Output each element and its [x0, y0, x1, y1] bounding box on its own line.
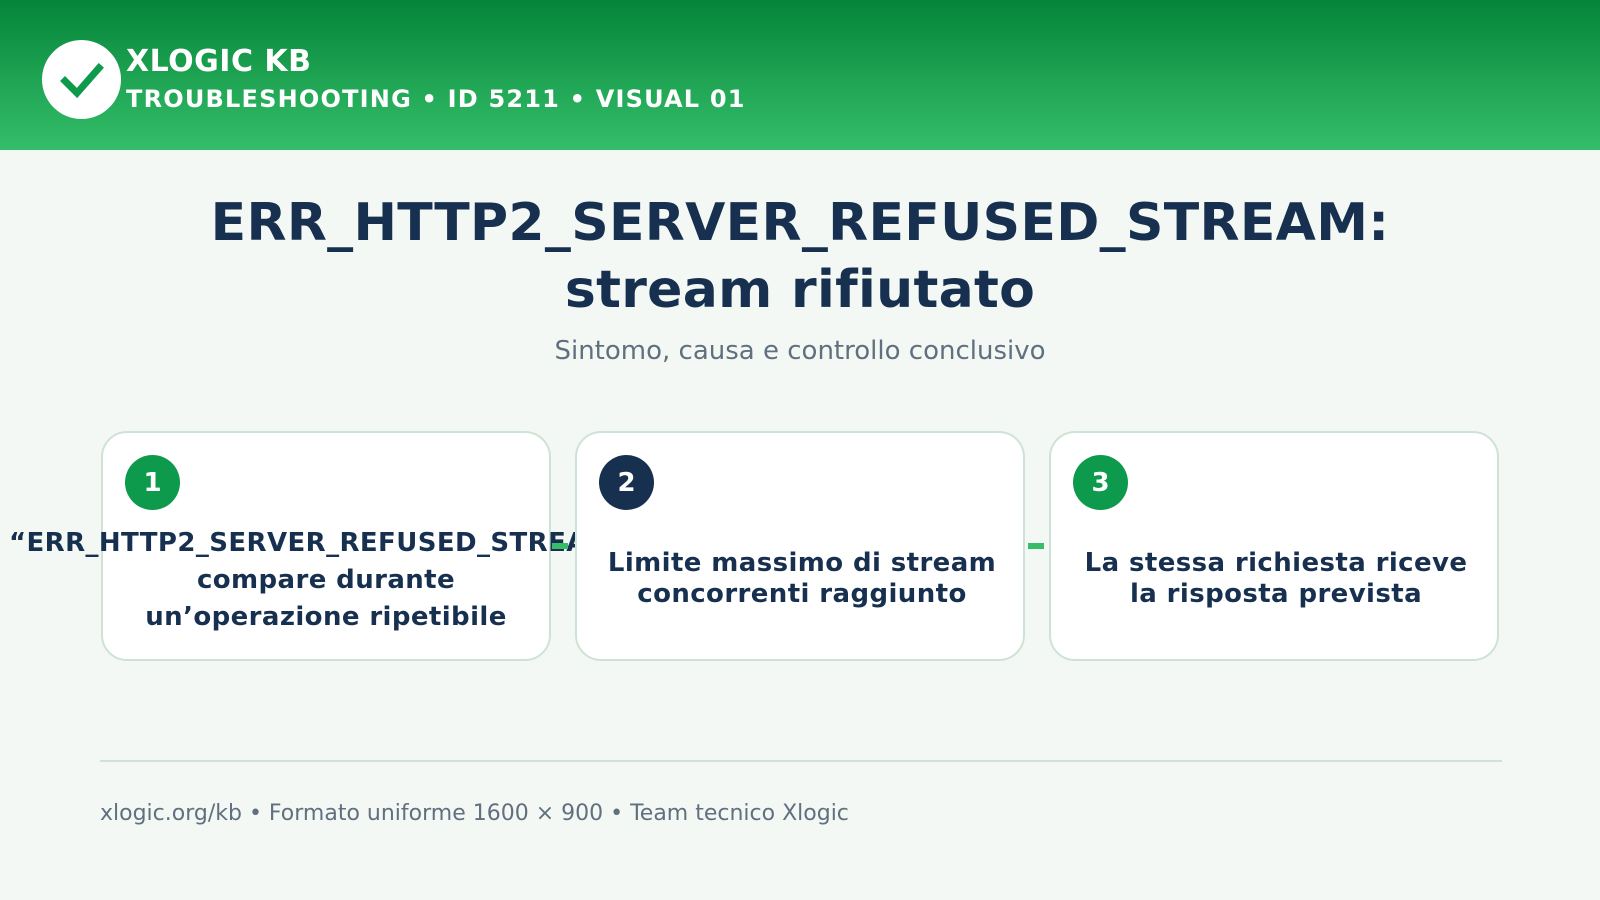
page-title-line-2: stream rifiutato: [564, 260, 1036, 320]
step-connector: [552, 543, 568, 549]
footer-divider: [100, 760, 1502, 762]
step-text-line: concorrenti raggiunto: [637, 579, 967, 609]
check-icon: [59, 62, 104, 98]
step-text-line: Limite massimo di stream: [607, 548, 997, 578]
step-number-badge: 1: [125, 455, 180, 510]
step-card-cause: 2 Limite massimo di stream concorrenti r…: [575, 431, 1025, 661]
brand-name: XLOGIC KB: [126, 44, 312, 79]
article-meta: TROUBLESHOOTING • ID 5211 • VISUAL 01: [126, 85, 746, 113]
step-connector: [1028, 543, 1044, 549]
step-number-badge: 3: [1073, 455, 1128, 510]
page-title-line-1: ERR_HTTP2_SERVER_REFUSED_STREAM:: [210, 193, 1390, 253]
brand-logo: [42, 40, 121, 119]
footer-credits: xlogic.org/kb • Formato uniforme 1600 × …: [100, 801, 849, 826]
step-text: La stessa richiesta riceve la risposta p…: [1051, 548, 1501, 610]
kb-visual: XLOGIC KB TROUBLESHOOTING • ID 5211 • VI…: [0, 0, 1600, 900]
page-subtitle: Sintomo, causa e controllo conclusivo: [554, 336, 1046, 366]
page-title: ERR_HTTP2_SERVER_REFUSED_STREAM: stream …: [0, 190, 1600, 324]
step-card-check: 3 La stessa richiesta riceve la risposta…: [1049, 431, 1499, 661]
step-number-badge: 2: [599, 455, 654, 510]
step-text-line: la risposta prevista: [1129, 579, 1423, 609]
step-text-line: La stessa richiesta riceve: [1084, 548, 1468, 578]
step-text: Limite massimo di stream concorrenti rag…: [577, 548, 1027, 610]
step-text-line: “ERR_HTTP2_SERVER_REFUSED_STREAM”: [9, 528, 589, 558]
header-banner: XLOGIC KB TROUBLESHOOTING • ID 5211 • VI…: [0, 0, 1600, 150]
